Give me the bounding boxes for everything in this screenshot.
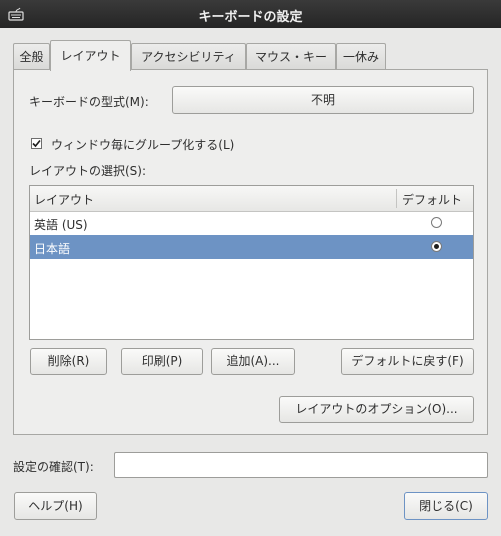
button-label: レイアウトのオプション(O)... [295,402,458,416]
button-label: 印刷(P) [141,354,183,368]
confirm-label: 設定の確認(T): [13,460,94,474]
reset-default-button[interactable]: デフォルトに戻す(F) [341,348,474,375]
remove-button[interactable]: 削除(R) [30,348,107,375]
tab-mouse-keys[interactable]: マウス・キー [246,43,336,70]
tab-label: アクセシビリティ [141,50,236,64]
confirm-input[interactable] [114,452,488,478]
help-button[interactable]: ヘルプ(H) [14,492,97,520]
list-header: レイアウト デフォルト [30,186,473,212]
checkmark-icon [32,139,41,148]
default-radio-checked[interactable] [431,241,442,252]
tab-label: 一休み [342,50,379,64]
tab-typing-break[interactable]: 一休み [336,43,386,70]
radio-dot [434,244,439,249]
column-separator [396,189,397,208]
column-header-layout[interactable]: レイアウト [34,191,94,208]
layout-select-label: レイアウトの選択(S): [29,164,147,178]
default-radio[interactable] [431,217,442,228]
tab-general[interactable]: 全般 [13,43,50,70]
list-item[interactable]: 英語 (US) [30,211,473,235]
window-title: キーボードの設定 [198,10,303,25]
layout-options-button[interactable]: レイアウトのオプション(O)... [279,396,474,423]
add-button[interactable]: 追加(A)... [211,348,295,375]
layout-list[interactable]: レイアウト デフォルト 英語 (US) 日本語 [29,185,474,340]
layout-panel: キーボードの型式(M): 不明 ウィンドウ毎にグループ化する(L) レイアウトの… [13,69,488,435]
button-label: 追加(A)... [226,354,280,368]
list-item-selected[interactable]: 日本語 [30,235,473,259]
tab-label: 全般 [19,50,44,64]
column-header-default[interactable]: デフォルト [402,191,462,208]
button-label: 削除(R) [47,354,90,368]
layout-name: 英語 (US) [34,218,88,232]
button-label: 閉じる(C) [419,499,473,513]
keyboard-model-value: 不明 [310,93,335,107]
keyboard-model-label: キーボードの型式(M): [29,95,149,109]
keyboard-model-button[interactable]: 不明 [172,86,474,114]
per-window-label[interactable]: ウィンドウ毎にグループ化する(L) [51,136,234,153]
print-button[interactable]: 印刷(P) [121,348,203,375]
per-window-checkbox[interactable] [31,138,42,149]
tab-label: レイアウト [60,49,121,63]
title-bar: キーボードの設定 [0,0,501,28]
tab-layout[interactable]: レイアウト [50,40,131,71]
button-label: ヘルプ(H) [28,499,83,513]
tab-label: マウス・キー [254,50,327,64]
tab-accessibility[interactable]: アクセシビリティ [131,43,246,70]
close-button[interactable]: 閉じる(C) [404,492,488,520]
layout-name: 日本語 [34,242,71,256]
button-label: デフォルトに戻す(F) [351,354,464,368]
